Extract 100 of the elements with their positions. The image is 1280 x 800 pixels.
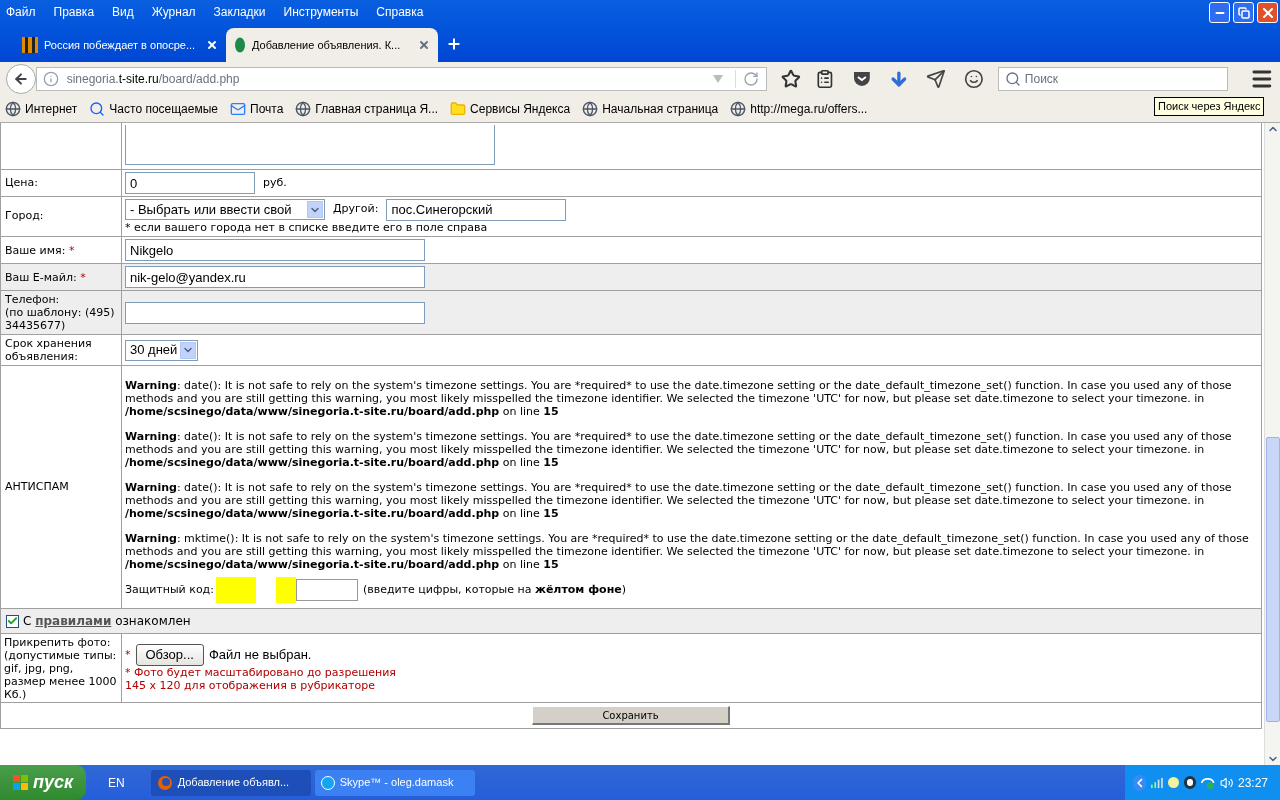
menu-item[interactable]: Журнал	[151, 3, 196, 21]
taskbar-button[interactable]: Добавление объявл...	[150, 769, 311, 796]
address-bar[interactable]: sinegoria.t-site.ru/board/add.php	[35, 66, 768, 91]
info-icon	[42, 70, 59, 87]
paper-plane-icon[interactable]	[926, 68, 947, 89]
rules-label: С правилами ознакомлен	[23, 613, 191, 630]
php-warning: Warning: mktime(): It is not safe to rely on the system's timezone settings. You are *required* to use the date.timezone setting or the date_default_timezone_set() function. In case you used any of those methods and you are still getting this warning, you most likely misspelled the timezone identifier. We selected the timezone 'UTC' for now, but please set date.timezone to select your timezone. in /home/scsinego/data/www/sinegoria.t-site.ru/board/add.php on line 15	[125, 532, 1250, 571]
tab-title: Россия побеждает в опосре...	[44, 37, 197, 53]
rules-checkbox[interactable]	[6, 614, 19, 628]
new-tab-icon[interactable]	[446, 36, 462, 52]
back-button[interactable]	[6, 63, 36, 94]
globe-icon	[582, 100, 599, 117]
text-input[interactable]: Nikgelo	[125, 239, 425, 261]
city-hint: * если вашего города нет в списке введите его в поле справа	[125, 220, 489, 235]
restore-button[interactable]	[1233, 2, 1254, 23]
ribbon-icon	[22, 37, 38, 53]
browser-tab[interactable]: Россия побеждает в опосре...	[14, 28, 226, 62]
leaf-icon	[234, 37, 246, 53]
search-field[interactable]: Поиск	[997, 66, 1229, 91]
php-warning: Warning: date(): It is not safe to rely on the system's timezone settings. You are *required* to use the date.timezone setting or the date_default_timezone_set() function. In case you used any of those methods and you are still getting this warning, you most likely misspelled the timezone identifier. We selected the timezone 'UTC' for now, but please set date.timezone to select your timezone. in /home/scsinego/data/www/sinegoria.t-site.ru/board/add.php on line 15	[125, 430, 1233, 469]
field-label: Телефон:	[5, 293, 61, 306]
envelope-icon	[230, 100, 246, 117]
menu-item[interactable]: Правка	[53, 3, 95, 21]
eye-icon[interactable]	[1184, 776, 1197, 789]
globe-icon	[295, 100, 312, 117]
text-input[interactable]	[125, 301, 425, 324]
task-title: Skype™ - oleg.damask	[339, 775, 454, 791]
other-city-label: Другой:	[333, 201, 379, 218]
menu-item[interactable]: Вид	[112, 3, 134, 21]
rules-link[interactable]: правилами	[35, 614, 112, 628]
smiley-icon[interactable]	[964, 68, 984, 89]
field-label: Город:	[5, 208, 45, 225]
captcha-input[interactable]	[295, 579, 358, 601]
captcha-image	[275, 577, 296, 603]
city-select[interactable]: - Выбрать или ввести свой	[125, 199, 325, 220]
field-label: АНТИСПАМ	[5, 478, 70, 495]
bookmark-star-icon[interactable]	[781, 68, 801, 89]
firefox-icon	[156, 774, 173, 791]
search-icon	[1004, 70, 1021, 87]
expand-tray-icon[interactable]	[1133, 774, 1147, 791]
minimize-button[interactable]	[1209, 2, 1230, 23]
photo-hint: * Фото будет масштабировано до разрешения	[125, 666, 396, 679]
field-label: Срок хранения объявления:	[5, 337, 93, 363]
bookmark-link[interactable]: Часто посещаемые	[109, 99, 218, 118]
photo-label: Прикрепить фото:	[4, 636, 112, 649]
bookmark-link[interactable]: http://mega.ru/offers...	[750, 99, 868, 118]
bookmark-link[interactable]: Интернет	[25, 99, 78, 118]
globe-icon	[730, 100, 747, 117]
description-textarea[interactable]	[125, 125, 495, 165]
field-label: Цена:	[5, 174, 39, 191]
windows-flag-icon	[12, 774, 29, 791]
bookmark-link[interactable]: Главная страница Я...	[315, 99, 439, 118]
scrollbar[interactable]	[1264, 123, 1280, 765]
required-mark: *	[125, 646, 131, 663]
taskbar-button[interactable]: Skype™ - oleg.damask	[314, 769, 475, 796]
url-text: sinegoria.t-site.ru/board/add.php	[66, 70, 241, 88]
menu-item[interactable]: Закладки	[213, 3, 266, 21]
start-button[interactable]: пуск	[0, 765, 86, 800]
skype-icon	[320, 775, 335, 790]
field-label: Ваш E-майл: *	[5, 270, 87, 284]
close-tab-icon[interactable]	[206, 39, 218, 51]
browse-button[interactable]: Обзор...	[135, 644, 204, 666]
file-status: Файл не выбран.	[208, 646, 312, 665]
photo-note: (допустимые типы: gif, jpg, png, размер менее 1000 Кб.)	[4, 649, 118, 701]
clock: 23:27	[1237, 774, 1268, 792]
bookmark-link[interactable]: Сервисы Яндекса	[470, 99, 571, 118]
restore-icon	[1237, 6, 1250, 19]
captcha-hint: (введите цифры, которые на жёлтом фоне)	[362, 581, 626, 598]
signal-bars-icon[interactable]	[1151, 776, 1164, 789]
tooltip: Поиск через Яндекс	[1154, 97, 1265, 116]
magnifier-icon	[89, 100, 106, 117]
field-note: (по шаблону: (495) 34435677)	[5, 306, 116, 332]
close-button[interactable]	[1257, 2, 1278, 23]
task-title: Добавление объявл...	[177, 775, 290, 791]
close-tab-icon[interactable]	[418, 39, 430, 51]
language-indicator[interactable]: EN	[108, 773, 125, 792]
reload-icon[interactable]	[743, 70, 760, 87]
globe-icon	[5, 100, 21, 117]
price-input[interactable]: 0	[125, 172, 255, 194]
text-input[interactable]: nik-gelo@yandex.ru	[125, 266, 425, 288]
captcha-image	[215, 577, 256, 603]
bookmark-link[interactable]: Начальная страница	[602, 99, 719, 118]
captcha-label: Защитный код:	[125, 581, 214, 598]
folder-icon	[450, 100, 467, 117]
photo-hint: 145 х 120 для отображения в рубрикаторе	[125, 679, 376, 692]
bookmark-link[interactable]: Почта	[250, 99, 284, 118]
menu-item[interactable]: Инструменты	[283, 3, 359, 21]
menu-item[interactable]: Файл	[6, 3, 36, 21]
php-warning: Warning: date(): It is not safe to rely on the system's timezone settings. You are *required* to use the date.timezone setting or the date_default_timezone_set() function. In case you used any of those methods and you are still getting this warning, you most likely misspelled the timezone identifier. We selected the timezone 'UTC' for now, but please set date.timezone to select your timezone. in /home/scsinego/data/www/sinegoria.t-site.ru/board/add.php on line 15	[125, 379, 1233, 418]
tab-title: Добавление объявления. К...	[252, 37, 402, 53]
menu-item[interactable]: Справка	[376, 3, 424, 21]
period-select[interactable]: 30 дней	[125, 339, 198, 361]
save-button[interactable]: Сохранить	[532, 706, 730, 725]
php-warning: Warning: date(): It is not safe to rely on the system's timezone settings. You are *required* to use the date.timezone setting or the date_default_timezone_set() function. In case you used any of those methods and you are still getting this warning, you most likely misspelled the timezone identifier. We selected the timezone 'UTC' for now, but please set date.timezone to select your timezone. in /home/scsinego/data/www/sinegoria.t-site.ru/board/add.php on line 15	[125, 481, 1233, 520]
browser-tab[interactable]: Добавление объявления. К...	[226, 28, 438, 62]
search-placeholder: Поиск	[1024, 70, 1059, 88]
reading-list-icon[interactable]	[815, 68, 835, 89]
field-label: Ваше имя: *	[5, 243, 76, 257]
pocket-icon[interactable]	[852, 70, 871, 87]
other-city-input[interactable]: пос.Синегорский	[386, 198, 567, 221]
